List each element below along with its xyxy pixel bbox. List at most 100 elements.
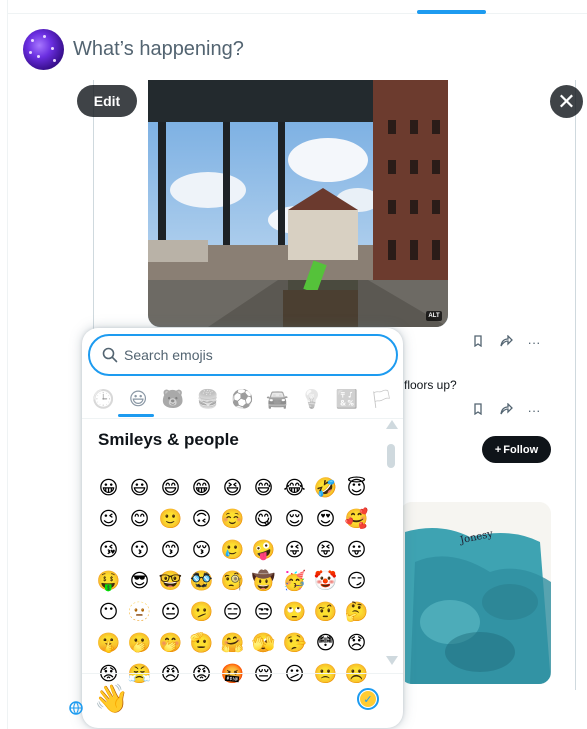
- emoji-cell[interactable]: 🥸: [186, 566, 217, 597]
- emoji-cell[interactable]: 😗: [124, 535, 155, 566]
- alt-badge: ALT: [426, 311, 442, 321]
- emoji-cell[interactable]: 🤪: [248, 535, 279, 566]
- emoji-cell[interactable]: 🥲: [217, 535, 248, 566]
- emoji-search-input[interactable]: [124, 347, 364, 363]
- emoji-cell[interactable]: 😄: [155, 473, 186, 504]
- emoji-cell[interactable]: 🥰: [341, 504, 372, 535]
- emoji-cell[interactable]: 🫡: [186, 628, 217, 659]
- column-border-left: [7, 0, 8, 729]
- emoji-cell[interactable]: 😌: [279, 504, 310, 535]
- emoji-cell[interactable]: 😞: [341, 628, 372, 659]
- emoji-cell[interactable]: 🙃: [186, 504, 217, 535]
- scroll-thumb[interactable]: [387, 444, 395, 468]
- emoji-cell[interactable]: 🤠: [248, 566, 279, 597]
- emoji-cell[interactable]: 🫥: [124, 597, 155, 628]
- emoji-cell[interactable]: 😎: [124, 566, 155, 597]
- tweet-actions-bottom: ···: [470, 402, 542, 418]
- emoji-scrollbar[interactable]: [384, 420, 398, 668]
- close-icon[interactable]: ✕: [550, 85, 583, 118]
- emoji-cell[interactable]: 😶: [93, 597, 124, 628]
- more-icon[interactable]: ···: [526, 335, 542, 350]
- emoji-cell[interactable]: 🤥: [279, 628, 310, 659]
- emoji-cell[interactable]: 😚: [186, 535, 217, 566]
- tweet-text-snippet: floors up?: [404, 378, 457, 392]
- emoji-cell[interactable]: 🥳: [279, 566, 310, 597]
- globe-icon[interactable]: [69, 701, 83, 718]
- emoji-cell[interactable]: 🙄: [279, 597, 310, 628]
- bookmark-icon[interactable]: [470, 403, 486, 418]
- emoji-cell[interactable]: 🫤: [186, 597, 217, 628]
- bookmark-icon[interactable]: [470, 335, 486, 350]
- emoji-section-title: Smileys & people: [98, 430, 239, 449]
- emoji-cell[interactable]: 😉: [93, 504, 124, 535]
- emoji-cell[interactable]: 😏: [341, 566, 372, 597]
- attached-artwork-image[interactable]: Jonesy: [400, 502, 551, 684]
- emoji-cell[interactable]: 🫣: [248, 628, 279, 659]
- emoji-cell[interactable]: 😍: [310, 504, 341, 535]
- avatar[interactable]: [23, 29, 64, 70]
- active-tab-indicator: [417, 10, 486, 14]
- emoji-cell[interactable]: 🤡: [310, 566, 341, 597]
- emoji-cell[interactable]: 😜: [279, 535, 310, 566]
- emoji-cell[interactable]: 😐: [155, 597, 186, 628]
- plus-icon: +: [494, 443, 502, 456]
- emoji-cell[interactable]: 😘: [93, 535, 124, 566]
- emoji-cell[interactable]: 🤣: [310, 473, 341, 504]
- emoji-cell[interactable]: 😑: [217, 597, 248, 628]
- emoji-cell[interactable]: 😁: [186, 473, 217, 504]
- share-icon[interactable]: [498, 402, 514, 418]
- composer-placeholder[interactable]: What’s happening?: [73, 38, 244, 61]
- active-category-indicator: [118, 414, 154, 417]
- emoji-cell[interactable]: 🫢: [124, 628, 155, 659]
- emoji-cell[interactable]: 😳: [310, 628, 341, 659]
- emoji-cell[interactable]: 😆: [217, 473, 248, 504]
- scroll-down-arrow-icon[interactable]: [386, 656, 398, 665]
- edit-media-button[interactable]: Edit: [77, 85, 137, 117]
- more-icon[interactable]: ···: [526, 403, 542, 418]
- flag-icon[interactable]: 🏳: [369, 387, 395, 413]
- emoji-cell[interactable]: 🤨: [310, 597, 341, 628]
- smiley-icon[interactable]: 😃: [125, 387, 151, 413]
- emoji-search-box[interactable]: [88, 334, 398, 376]
- follow-label: Follow: [503, 443, 539, 456]
- symbols-icon[interactable]: 🔣: [334, 387, 360, 413]
- bear-icon[interactable]: 🐻: [160, 387, 186, 413]
- lightbulb-icon[interactable]: 💡: [299, 387, 325, 413]
- burger-icon[interactable]: 🍔: [195, 387, 221, 413]
- emoji-cell[interactable]: 🤫: [93, 628, 124, 659]
- emoji-cell[interactable]: 😙: [155, 535, 186, 566]
- emoji-cell[interactable]: 😇: [341, 473, 372, 504]
- emoji-cell[interactable]: 😋: [248, 504, 279, 535]
- emoji-cell[interactable]: 😊: [124, 504, 155, 535]
- emoji-cell[interactable]: 🤭: [155, 628, 186, 659]
- header-divider: [7, 13, 587, 14]
- emoji-cell[interactable]: 🙂: [155, 504, 186, 535]
- emoji-cell[interactable]: ☺️: [217, 504, 248, 535]
- follow-button[interactable]: + Follow: [482, 436, 551, 463]
- emoji-picker-footer: 👋 ✓: [82, 673, 403, 728]
- waving-hand-preview: 👋: [94, 683, 129, 714]
- car-icon[interactable]: 🚘: [264, 387, 290, 413]
- emoji-cell[interactable]: 😀: [93, 473, 124, 504]
- emoji-cell[interactable]: 😂: [279, 473, 310, 504]
- emoji-cell[interactable]: 🧐: [217, 566, 248, 597]
- street-scene-image: [148, 80, 448, 327]
- emoji-category-tabs: 🕒 😃 🐻 🍔 ⚽ 🚘 💡 🔣 🏳: [82, 383, 403, 416]
- emoji-cell[interactable]: 😅: [248, 473, 279, 504]
- emoji-cell[interactable]: 🤓: [155, 566, 186, 597]
- emoji-cell[interactable]: 😒: [248, 597, 279, 628]
- emoji-cell[interactable]: 🤔: [341, 597, 372, 628]
- check-icon: ✓: [360, 691, 376, 707]
- soccer-ball-icon[interactable]: ⚽: [229, 387, 255, 413]
- emoji-cell[interactable]: 🤑: [93, 566, 124, 597]
- clock-icon[interactable]: 🕒: [90, 387, 116, 413]
- share-icon[interactable]: [498, 334, 514, 350]
- scroll-up-arrow-icon[interactable]: [386, 420, 398, 429]
- emoji-cell[interactable]: 😃: [124, 473, 155, 504]
- attached-photo[interactable]: ALT: [148, 80, 448, 327]
- skin-tone-selector[interactable]: ✓: [357, 688, 379, 710]
- emoji-cell[interactable]: 🤗: [217, 628, 248, 659]
- emoji-cell[interactable]: 😝: [310, 535, 341, 566]
- tweet-actions-top: ···: [470, 334, 542, 350]
- emoji-cell[interactable]: 😛: [341, 535, 372, 566]
